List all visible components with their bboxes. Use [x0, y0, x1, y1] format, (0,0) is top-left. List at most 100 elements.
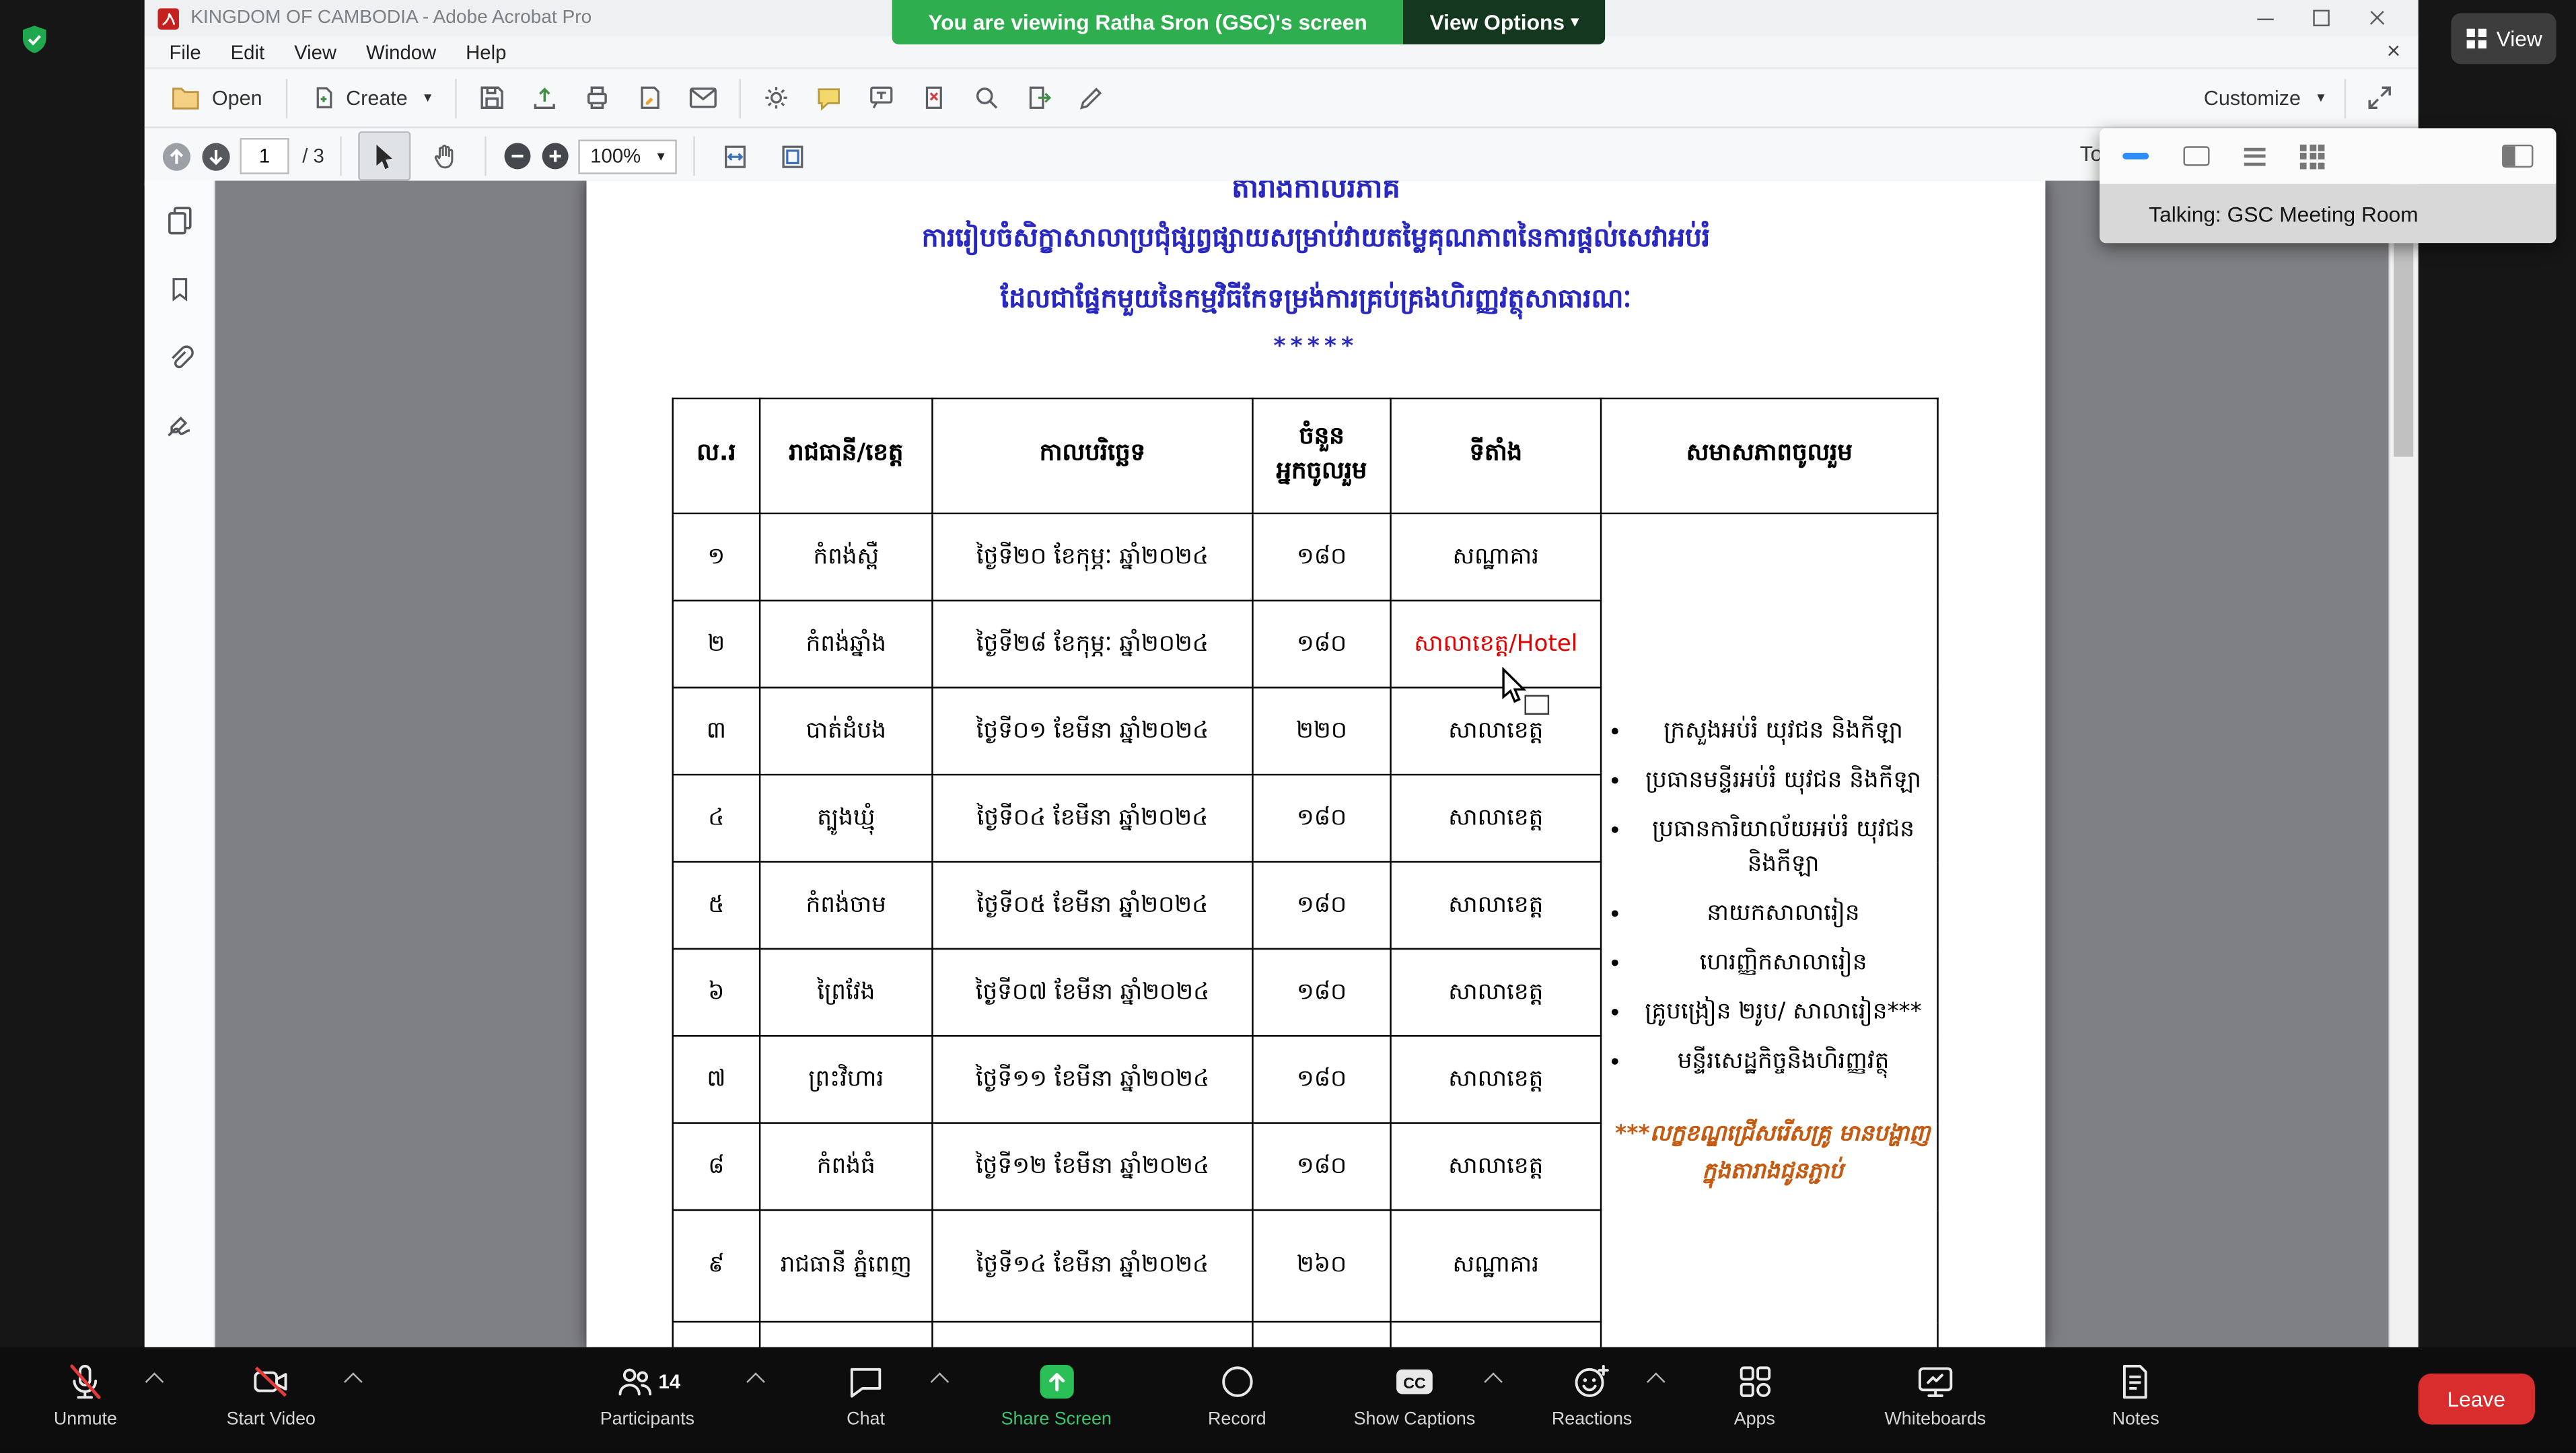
window-title: KINGDOM OF CAMBODIA - Adobe Acrobat Pro [190, 8, 592, 28]
record-icon [1217, 1359, 1257, 1403]
menu-window[interactable]: Window [351, 40, 451, 63]
record-label: Record [1208, 1410, 1266, 1429]
unmute-button[interactable]: Unmute [54, 1359, 117, 1429]
video-layout-controls [2100, 128, 2556, 184]
cell-date: ថ្ងៃទី០៤ ខែមីនា ឆ្នាំ២០២៤ [932, 775, 1252, 861]
participant-item: ប្រធានមន្ទីរអប់រំ យុវជន និងកីឡា [1637, 765, 1931, 799]
vertical-scrollbar[interactable] [2389, 181, 2419, 1347]
acrobat-window: KINGDOM OF CAMBODIA - Adobe Acrobat Pro … [145, 0, 2419, 1347]
cell-venue: សាលាខេត្ត/Hotel [1391, 600, 1601, 687]
create-button[interactable]: Create [298, 79, 443, 116]
signatures-icon[interactable] [164, 413, 194, 442]
show-captions-label: Show Captions [1354, 1410, 1476, 1429]
open-button[interactable]: Open [159, 79, 274, 116]
delete-pages-button[interactable] [910, 75, 959, 120]
audio-options-chevron[interactable] [145, 1372, 164, 1391]
gallery-view-icon[interactable] [2300, 144, 2325, 169]
typewriter-button[interactable] [857, 75, 906, 120]
fit-page-button[interactable] [768, 133, 817, 179]
save-icon [478, 84, 507, 112]
whiteboards-button[interactable]: Whiteboards [1884, 1359, 1986, 1429]
apps-label: Apps [1734, 1410, 1775, 1429]
share-screen-button[interactable]: Share Screen [1001, 1359, 1112, 1429]
zoom-in-button[interactable] [541, 141, 571, 171]
select-cursor-icon [373, 142, 398, 170]
bookmarks-icon[interactable] [165, 275, 193, 304]
customize-button[interactable]: Customize [2192, 81, 2336, 114]
maximize-button[interactable] [2293, 0, 2349, 36]
cell-date: ថ្ងៃទី២៨ ខែកុម្ភៈ ឆ្នាំ២០២៤ [932, 600, 1252, 687]
menu-help[interactable]: Help [451, 40, 521, 63]
menu-file[interactable]: File [154, 40, 215, 63]
fit-width-button[interactable] [711, 133, 760, 179]
captions-options-chevron[interactable] [1484, 1372, 1503, 1391]
participants-button[interactable]: 14 Participants [600, 1359, 694, 1429]
upload-button[interactable] [520, 75, 569, 120]
view-options-dropdown[interactable]: View Options [1404, 0, 1605, 44]
table-header-row: ល.រ រាជធានី/ខេត្ត កាលបរិច្ឆេទ ចំនួន អ្នក… [673, 398, 1938, 513]
list-view-icon[interactable] [2244, 147, 2266, 165]
zoom-out-button[interactable] [503, 141, 533, 171]
menubar-close-icon[interactable] [2379, 38, 2408, 64]
leave-button[interactable]: Leave [2418, 1374, 2535, 1425]
cell-count: ១៨០ [1252, 949, 1390, 1036]
sign-document-button[interactable] [625, 75, 674, 120]
header-no: ល.រ [673, 398, 760, 513]
participant-item: មន្ទីរសេដ្ឋកិច្ចនិងហិរញ្ញវត្ថុ [1637, 1045, 1931, 1079]
doc-title-line2: ការរៀបចំសិក្ខាសាលាប្រជុំផ្សព្វផ្សាយសម្រា… [587, 220, 2046, 260]
scrollbar-thumb[interactable] [2394, 207, 2413, 457]
apps-button[interactable]: Apps [1734, 1359, 1775, 1429]
notes-button[interactable]: Notes [2112, 1359, 2159, 1429]
speaker-view-icon[interactable] [2183, 146, 2209, 166]
header-count: ចំនួន អ្នកចូលរួម [1252, 398, 1390, 513]
previous-page-button[interactable] [161, 141, 192, 172]
settings-button[interactable] [752, 75, 801, 120]
search-button[interactable] [962, 75, 1011, 120]
minimized-view-icon[interactable] [2122, 153, 2149, 160]
participants-options-chevron[interactable] [746, 1372, 765, 1391]
zoom-level-select[interactable]: 100% [579, 139, 676, 173]
reactions-button[interactable]: Reactions [1552, 1359, 1632, 1429]
video-options-chevron[interactable] [344, 1372, 363, 1391]
view-button[interactable]: View [2451, 13, 2556, 65]
cell-date [932, 1322, 1252, 1347]
side-by-side-view-icon[interactable] [2502, 145, 2533, 168]
minimized-video-panel: Talking: GSC Meeting Room [2100, 128, 2556, 243]
cell-no [673, 1322, 760, 1347]
participants-count: 14 [659, 1370, 681, 1392]
hand-tool-button[interactable] [419, 133, 468, 179]
fullscreen-button[interactable] [2354, 75, 2403, 120]
print-button[interactable] [573, 75, 622, 120]
minimize-button[interactable] [2238, 0, 2293, 36]
comment-button[interactable] [804, 75, 853, 120]
table-footnote: ***លក្ខខណ្ឌជ្រើសរើសគ្រូ មានបង្ហាញក្នុងតា… [1615, 1116, 1931, 1189]
cell-venue: សាលាខេត្ត [1391, 1123, 1601, 1210]
reactions-options-chevron[interactable] [1647, 1372, 1666, 1391]
chat-button[interactable]: Chat [846, 1359, 886, 1429]
page-thumbnails-icon[interactable] [164, 204, 194, 235]
document-area[interactable]: តារាងកាលវិភាគ ការរៀបចំសិក្ខាសាលាប្រជុំផ្… [215, 181, 2389, 1347]
show-captions-button[interactable]: CC Show Captions [1354, 1359, 1476, 1429]
close-button[interactable] [2349, 0, 2405, 36]
menu-edit[interactable]: Edit [216, 40, 279, 63]
start-video-button[interactable]: Start Video [227, 1359, 316, 1429]
participant-item: គ្រូបង្រៀន ២រូប/ សាលារៀន*** [1637, 996, 1931, 1030]
export-button[interactable] [1015, 75, 1064, 120]
navigation-pane [145, 181, 215, 1347]
menu-view[interactable]: View [279, 40, 351, 63]
record-button[interactable]: Record [1208, 1359, 1266, 1429]
security-shield-icon[interactable] [18, 23, 51, 56]
chat-options-chevron[interactable] [931, 1372, 950, 1391]
cell-no: ៣ [673, 688, 760, 775]
pdf-page: តារាងកាលវិភាគ ការរៀបចំសិក្ខាសាលាប្រជុំផ្… [587, 181, 2046, 1347]
page-number-input[interactable] [240, 138, 289, 174]
attachments-icon[interactable] [164, 343, 194, 373]
share-screen-icon [1035, 1359, 1077, 1403]
email-button[interactable] [678, 75, 727, 120]
toolbar-separator [341, 137, 342, 176]
save-button[interactable] [468, 75, 517, 120]
fill-sign-button[interactable] [1067, 75, 1116, 120]
doc-title-line1: តារាងកាលវិភាគ [587, 181, 2046, 212]
select-tool-button[interactable] [359, 131, 411, 180]
next-page-button[interactable] [201, 141, 231, 172]
